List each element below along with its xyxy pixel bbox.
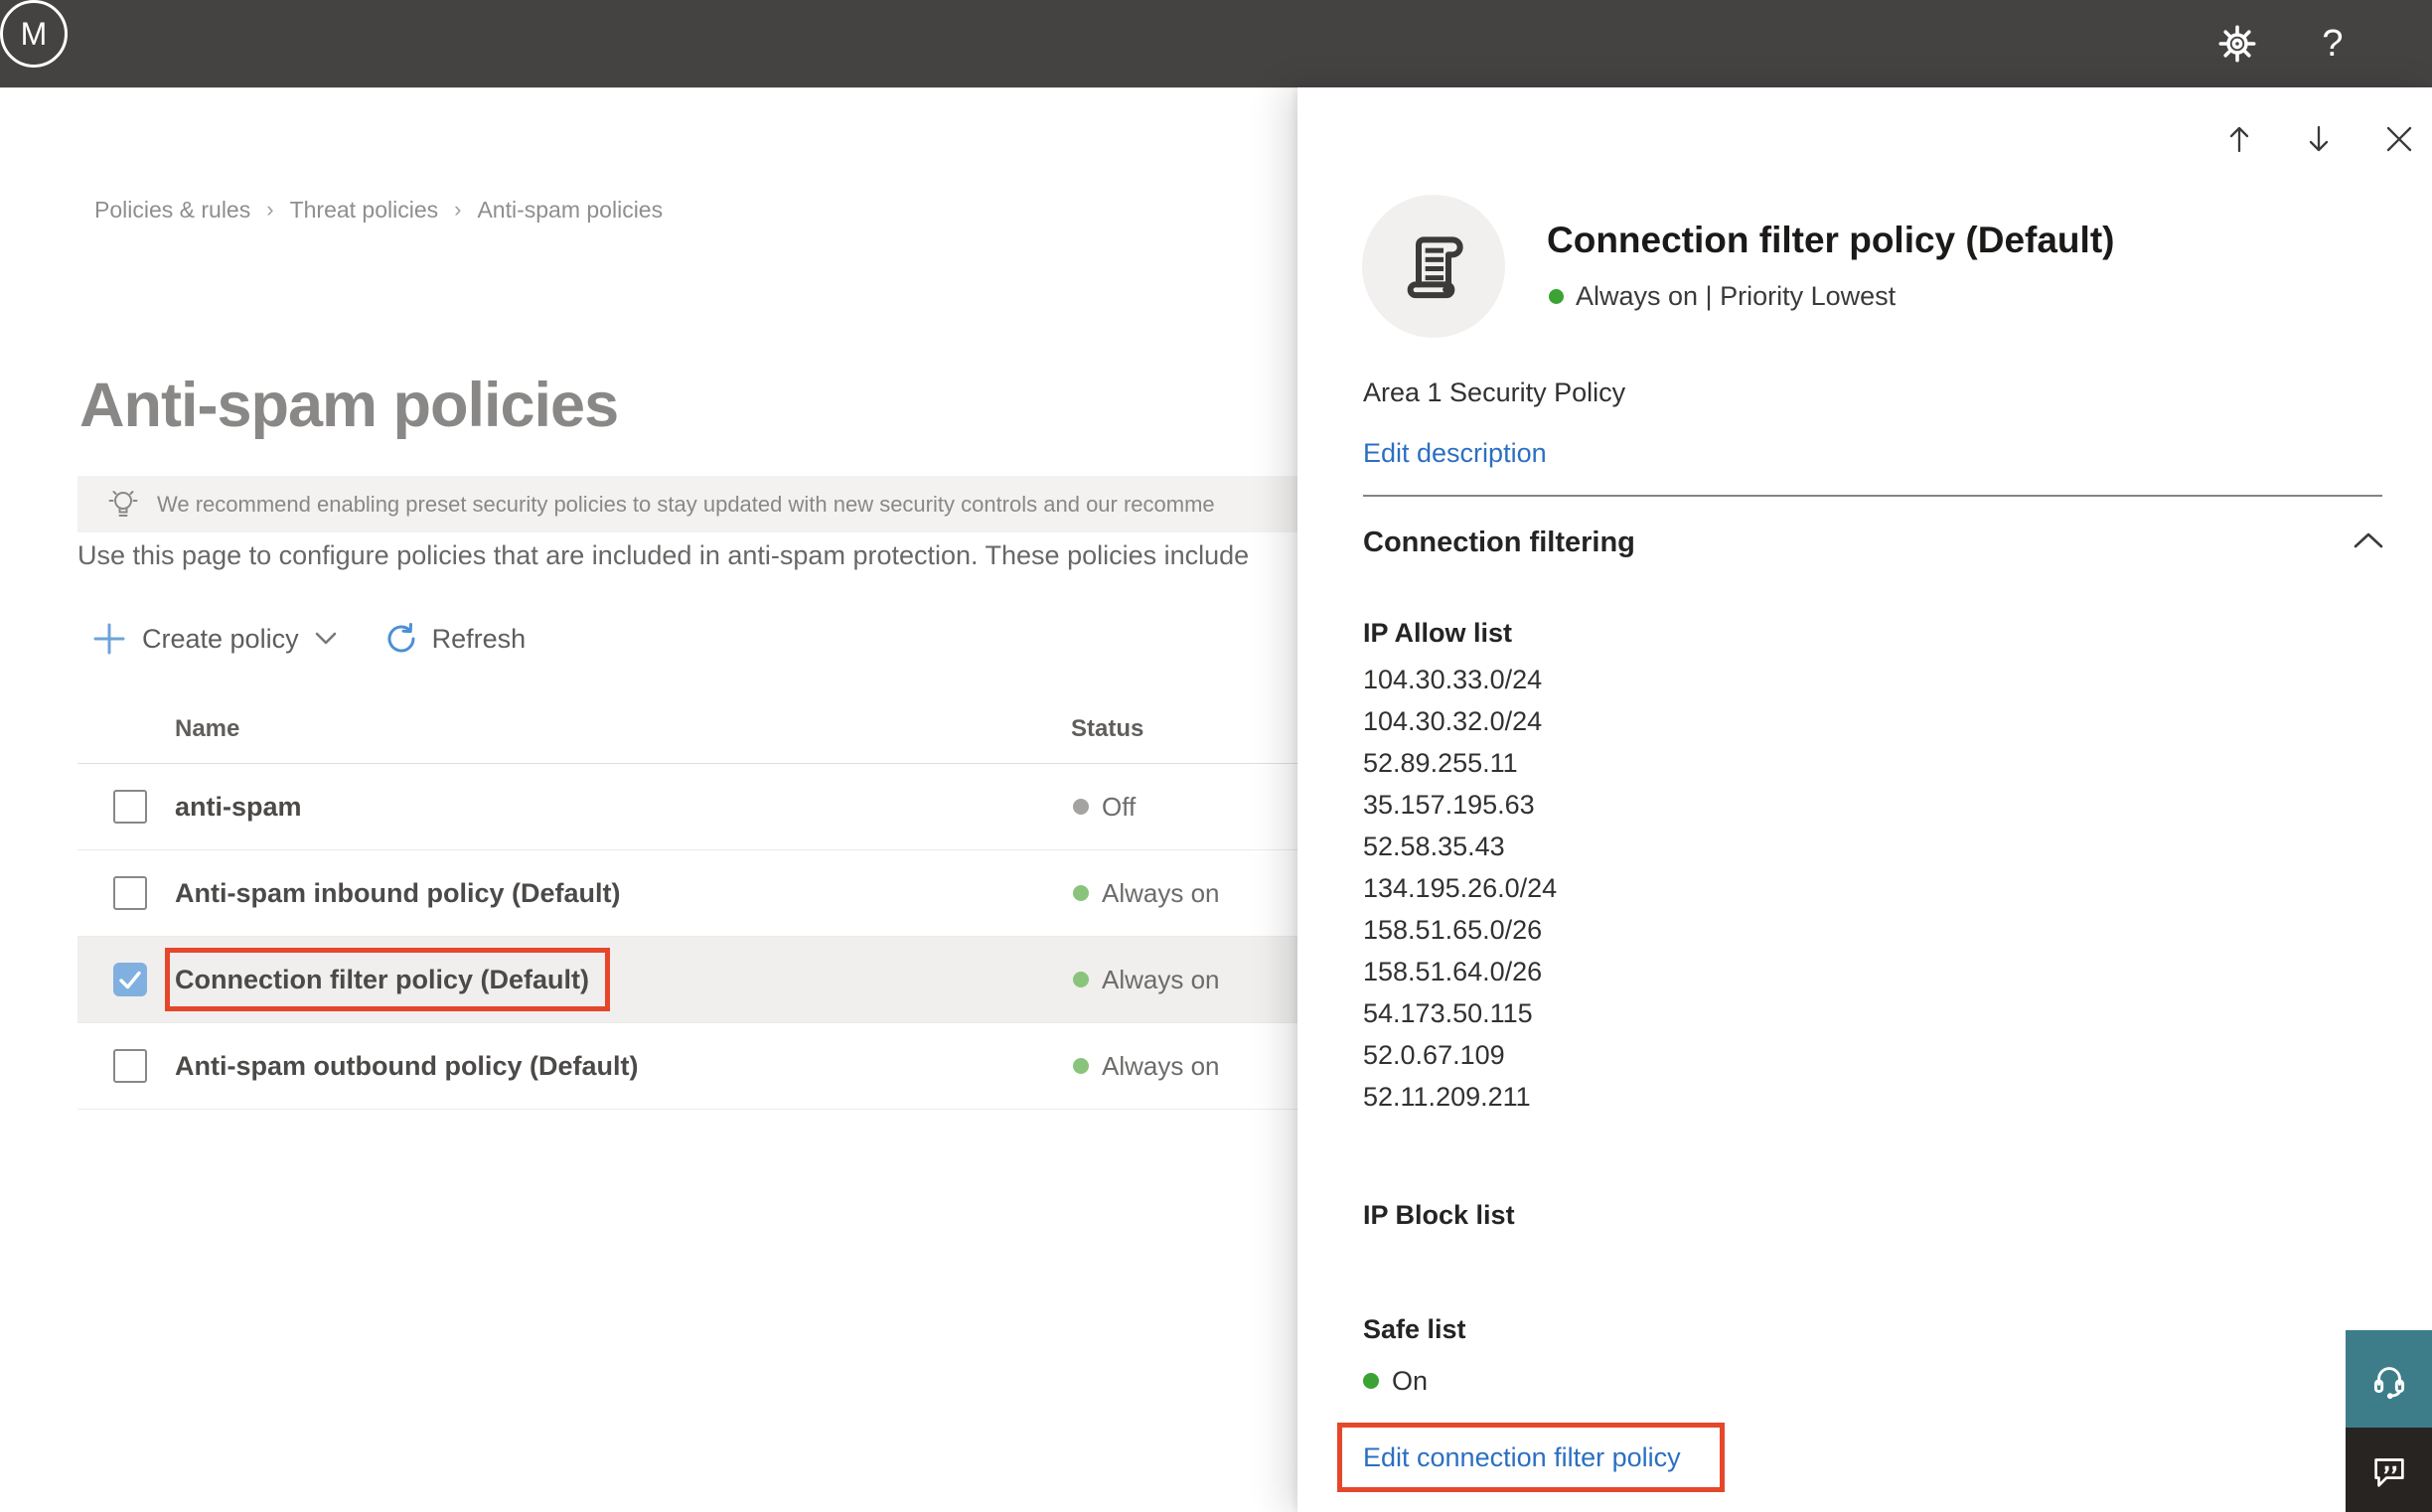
policy-status: Always on xyxy=(1073,937,1220,1022)
status-label: Off xyxy=(1102,791,1137,822)
ip-allow-item: 54.173.50.115 xyxy=(1363,998,1533,1028)
ip-allow-item: 52.0.67.109 xyxy=(1363,1040,1505,1070)
breadcrumb: Policies & rules › Threat policies › Ant… xyxy=(94,195,663,225)
move-up-icon[interactable] xyxy=(2221,121,2257,157)
avatar[interactable]: M xyxy=(0,0,68,68)
policy-description: Area 1 Security Policy xyxy=(1363,378,1626,407)
breadcrumb-policies-rules[interactable]: Policies & rules xyxy=(94,195,250,225)
status-dot xyxy=(1073,1058,1089,1074)
ip-allow-item: 158.51.65.0/26 xyxy=(1363,915,1543,945)
edit-connection-filter-policy-link[interactable]: Edit connection filter policy xyxy=(1363,1441,1681,1473)
safe-list-label: Safe list xyxy=(1363,1314,1466,1344)
ip-allow-list: 104.30.33.0/24 104.30.32.0/24 52.89.255.11… xyxy=(1363,659,1557,1118)
scroll-icon xyxy=(1407,236,1463,299)
create-policy-label: Create policy xyxy=(142,623,299,654)
flyout-title: Connection filter policy (Default) xyxy=(1547,220,2115,260)
policy-icon-circle xyxy=(1362,195,1505,338)
close-icon[interactable] xyxy=(2381,121,2417,157)
policy-name[interactable]: Anti-spam inbound policy (Default) xyxy=(175,850,620,936)
ip-block-list-label: IP Block list xyxy=(1363,1200,1515,1230)
ip-allow-item: 104.30.32.0/24 xyxy=(1363,706,1543,736)
top-app-bar: ? M xyxy=(0,0,2432,88)
policy-status: Off xyxy=(1073,764,1136,849)
breadcrumb-separator-icon: › xyxy=(454,197,462,222)
policy-name[interactable]: Connection filter policy (Default) xyxy=(175,937,589,1022)
feedback-icon xyxy=(2373,1457,2404,1487)
section-title-connection-filtering: Connection filtering xyxy=(1363,527,1635,558)
safe-list-status: On xyxy=(1363,1365,1428,1397)
feedback-button[interactable] xyxy=(2346,1428,2432,1512)
ip-allow-item: 52.89.255.11 xyxy=(1363,748,1518,778)
table-body: anti-spam Off Anti-spam inbound policy (De… xyxy=(77,764,1297,1110)
status-dot xyxy=(1073,885,1089,901)
breadcrumb-anti-spam-policies[interactable]: Anti-spam policies xyxy=(477,195,663,225)
divider xyxy=(1363,495,2382,497)
row-checkbox[interactable] xyxy=(113,790,147,824)
policy-name[interactable]: Anti-spam outbound policy (Default) xyxy=(175,1023,638,1109)
create-policy-button[interactable]: Create policy xyxy=(92,622,337,656)
table-row[interactable]: Anti-spam outbound policy (Default) Alway… xyxy=(77,1023,1297,1110)
ip-allow-item: 35.157.195.63 xyxy=(1363,790,1535,820)
status-dot xyxy=(1549,288,1564,304)
policy-name[interactable]: anti-spam xyxy=(175,764,302,849)
edit-description-link[interactable]: Edit description xyxy=(1363,437,1547,469)
toolbar: Create policy Refresh xyxy=(92,613,526,665)
status-label: Always on xyxy=(1102,877,1220,908)
status-dot xyxy=(1073,799,1089,815)
ip-allow-item: 158.51.64.0/26 xyxy=(1363,957,1543,986)
annotation-red-box: Edit connection filter policy xyxy=(1337,1423,1725,1492)
refresh-label: Refresh xyxy=(431,623,527,654)
column-header-name[interactable]: Name xyxy=(175,715,239,743)
status-dot xyxy=(1363,1373,1379,1389)
row-checkbox[interactable] xyxy=(113,1049,147,1083)
status-dot xyxy=(1073,972,1089,987)
flyout-status-text: Always on | Priority Lowest xyxy=(1576,281,1897,311)
breadcrumb-threat-policies[interactable]: Threat policies xyxy=(290,195,439,225)
table-row[interactable]: Connection filter policy (Default) Always… xyxy=(77,937,1297,1023)
help-icon[interactable]: ? xyxy=(2305,0,2360,87)
safe-list-value: On xyxy=(1392,1366,1429,1396)
status-label: Always on xyxy=(1102,1050,1220,1081)
refresh-button[interactable]: Refresh xyxy=(384,622,527,656)
ip-allow-list-label: IP Allow list xyxy=(1363,618,1513,648)
breadcrumb-separator-icon: › xyxy=(266,197,274,222)
ip-allow-item: 104.30.33.0/24 xyxy=(1363,665,1543,694)
move-down-icon[interactable] xyxy=(2301,121,2337,157)
checkmark-icon xyxy=(119,971,141,989)
status-label: Always on xyxy=(1102,964,1220,994)
page-title: Anti-spam policies xyxy=(79,371,619,441)
lightbulb-icon xyxy=(107,487,139,523)
chevron-up-icon[interactable] xyxy=(2351,528,2386,553)
policy-table: Name Status anti-spam Off Anti-spam inboun… xyxy=(77,695,1297,1110)
ip-allow-item: 52.11.209.211 xyxy=(1363,1082,1531,1112)
ip-allow-item: 134.195.26.0/24 xyxy=(1363,873,1558,903)
add-icon xyxy=(93,623,125,655)
table-header: Name Status xyxy=(77,695,1297,764)
flyout-status: Always on | Priority Lowest xyxy=(1549,279,1896,313)
row-checkbox-checked[interactable] xyxy=(113,963,147,996)
headset-icon xyxy=(2373,1367,2404,1400)
chevron-down-icon xyxy=(315,632,336,645)
policy-status: Always on xyxy=(1073,1023,1220,1109)
table-row[interactable]: anti-spam Off xyxy=(77,764,1297,850)
column-header-status[interactable]: Status xyxy=(1071,715,1143,743)
refresh-icon xyxy=(387,623,415,653)
policy-details-flyout: Connection filter policy (Default) Alway… xyxy=(1297,87,2432,1512)
support-button[interactable] xyxy=(2346,1330,2432,1428)
policy-status: Always on xyxy=(1073,850,1220,936)
ip-allow-item: 52.58.35.43 xyxy=(1363,832,1505,861)
row-checkbox[interactable] xyxy=(113,876,147,910)
settings-icon[interactable] xyxy=(2209,0,2265,87)
banner-text: We recommend enabling preset security po… xyxy=(157,491,1215,517)
table-row[interactable]: Anti-spam inbound policy (Default) Always… xyxy=(77,850,1297,937)
